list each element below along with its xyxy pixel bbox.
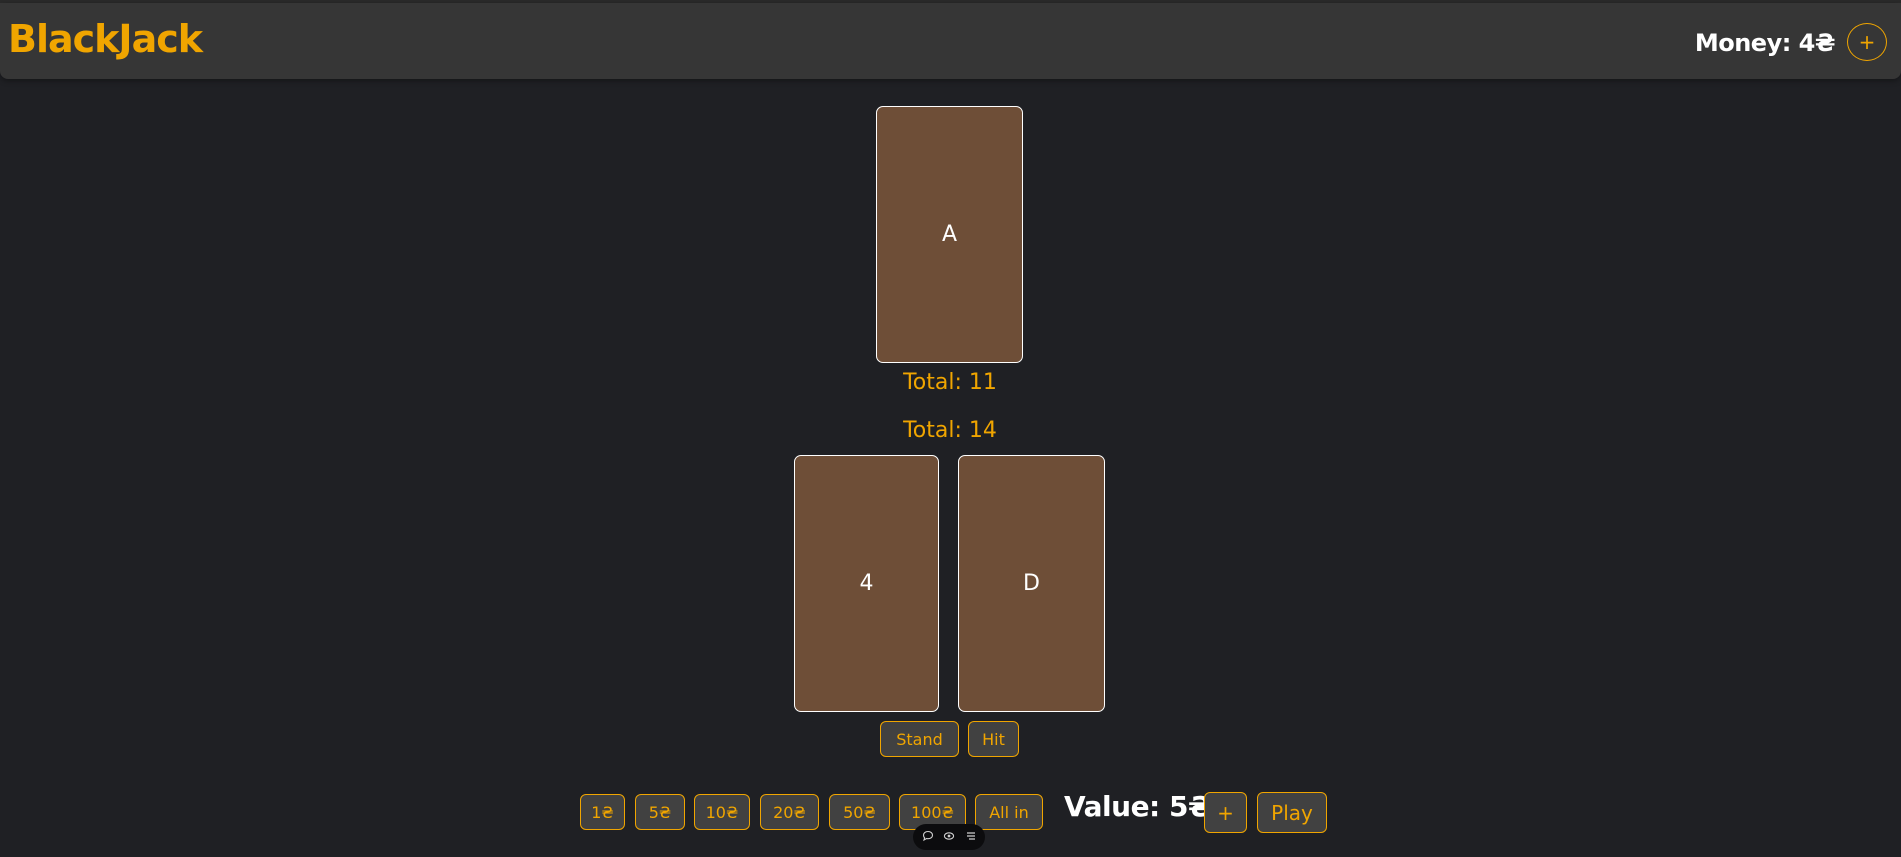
increase-bet-button[interactable]: + (1204, 792, 1247, 833)
menu-icon[interactable] (964, 830, 978, 845)
floating-toolbar (913, 824, 985, 850)
money-display: Money: 4₴ (1694, 29, 1836, 57)
add-money-button[interactable]: + (1847, 23, 1887, 61)
chip-20-button[interactable]: 20₴ (760, 794, 819, 830)
dealer-total: Total: 11 (903, 370, 997, 395)
chip-50-button[interactable]: 50₴ (829, 794, 890, 830)
chip-1-button[interactable]: 1₴ (580, 794, 625, 830)
stand-button[interactable]: Stand (880, 721, 959, 757)
play-button[interactable]: Play (1257, 792, 1327, 833)
hit-button[interactable]: Hit (968, 721, 1019, 757)
comment-icon[interactable] (921, 830, 935, 845)
top-bar: BlackJack Money: 4₴ + (0, 3, 1901, 79)
all-in-button[interactable]: All in (975, 794, 1043, 830)
player-total: Total: 14 (903, 418, 997, 443)
chip-10-button[interactable]: 10₴ (694, 794, 750, 830)
eye-icon[interactable] (942, 830, 956, 845)
bet-value: Value: 5₴ (1064, 790, 1212, 823)
app-title: BlackJack (8, 17, 203, 61)
dealer-card: A (876, 106, 1023, 363)
chip-5-button[interactable]: 5₴ (635, 794, 685, 830)
player-card: 4 (794, 455, 939, 712)
player-card: D (958, 455, 1105, 712)
